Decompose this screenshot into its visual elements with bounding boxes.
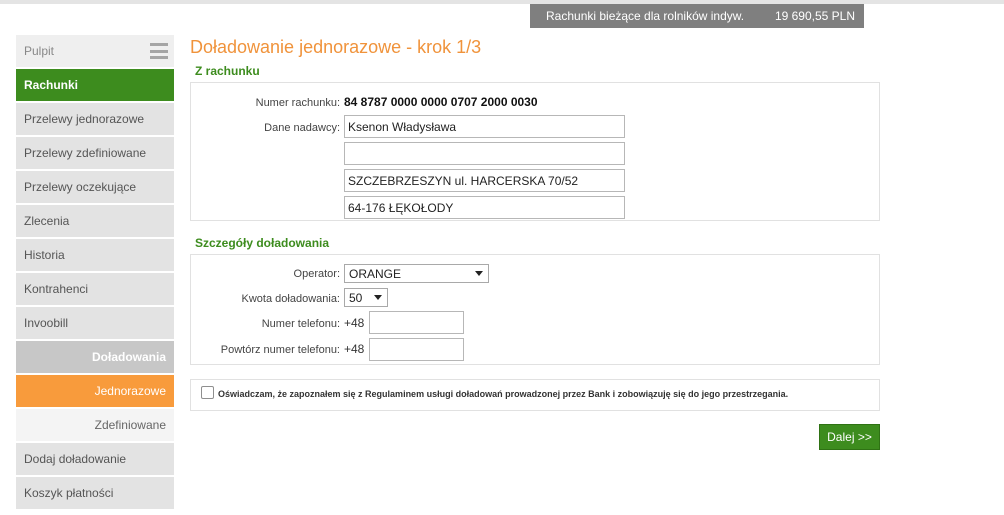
sidebar-item-label: Zdefiniowane [94,418,166,432]
amount-selected-value: 50 [349,290,363,305]
sidebar-item-label: Przelewy jednorazowe [24,112,145,126]
consent-text: Oświadczam, że zapoznałem się z Regulami… [218,389,789,399]
consent-checkbox[interactable] [201,386,214,399]
dropdown-arrow-icon [475,271,483,276]
sidebar-item-label: Historia [24,248,65,262]
sender-city-field[interactable]: 64-176 ŁĘKOŁODY [344,196,625,219]
sidebar-item-label: Przelewy zdefiniowane [24,146,147,160]
sidebar-item-label: Dodaj doładowanie [24,452,127,466]
sidebar-item-historia[interactable]: Historia [16,239,174,271]
section-title-details: Szczegóły doładowania [195,236,330,250]
sidebar-item-label: Kontrahenci [24,282,89,296]
account-name: Rachunki bieżące dla rolników indyw. [546,9,745,23]
menu-icon[interactable] [150,43,168,59]
phone-label: Numer telefonu: [261,318,340,330]
sidebar-item-label: Jednorazowe [94,384,166,398]
page-title: Doładowanie jednorazowe - krok 1/3 [190,37,482,57]
sidebar-item-rachunki[interactable]: Rachunki [16,69,174,101]
sidebar-item-doladowania[interactable]: Doładowania [16,341,174,373]
next-button[interactable]: Dalej >> [819,424,880,450]
phone-repeat-input[interactable] [369,338,464,361]
sidebar-item-zlecenia[interactable]: Zlecenia [16,205,174,237]
sidebar-item-label: Pulpit [24,44,55,58]
from-account-panel: Numer rachunku: 84 8787 0000 0000 0707 2… [190,82,880,221]
sidebar-item-invoobill[interactable]: Invoobill [16,307,174,339]
operator-selected-value: ORANGE [349,266,402,281]
topup-details-panel: Operator: ORANGE Kwota doładowania: 50 N… [190,254,880,365]
operator-label: Operator: [293,268,340,280]
operator-select[interactable]: ORANGE [344,264,489,283]
sidebar-item-dodaj-doladowanie[interactable]: Dodaj doładowanie [16,443,174,475]
amount-select[interactable]: 50 [344,288,388,307]
sender-address-field[interactable]: SZCZEBRZESZYN ul. HARCERSKA 70/52 [344,169,625,192]
amount-label: Kwota doładowania: [241,293,340,305]
sidebar-menu: Pulpit Rachunki Przelewy jednorazowe Prz… [16,35,174,511]
sender-name-field[interactable]: Ksenon Władysława [344,115,625,138]
sidebar-item-zdefiniowane[interactable]: Zdefiniowane [16,409,174,441]
sidebar-item-label: Koszyk płatności [24,486,114,500]
phone-prefix: +48 [344,316,365,330]
sidebar-item-przelewy-oczekujace[interactable]: Przelewy oczekujące [16,171,174,203]
phone-number-input[interactable] [369,311,464,334]
sidebar-item-przelewy-jednorazowe[interactable]: Przelewy jednorazowe [16,103,174,135]
account-balance: 19 690,55 PLN [774,9,855,23]
sidebar-item-label: Rachunki [24,78,79,92]
consent-panel: Oświadczam, że zapoznałem się z Regulami… [190,379,880,411]
account-number-value: 84 8787 0000 0000 0707 2000 0030 [344,95,538,109]
sidebar-item-label: Doładowania [91,350,166,364]
sidebar-item-label: Zlecenia [24,214,70,228]
current-account-bar[interactable]: Rachunki bieżące dla rolników indyw. 19 … [530,4,864,28]
section-title-from-account: Z rachunku [195,64,260,78]
sidebar-item-label: Invoobill [24,316,69,330]
sidebar-item-kontrahenci[interactable]: Kontrahenci [16,273,174,305]
sidebar-item-label: Przelewy oczekujące [24,180,137,194]
sidebar-item-koszyk-platnosci[interactable]: Koszyk płatności [16,477,174,509]
account-number-label: Numer rachunku: [255,97,340,109]
phone-repeat-label: Powtórz numer telefonu: [220,344,340,356]
sender-line2-field[interactable] [344,142,625,165]
dropdown-arrow-icon [374,295,382,300]
sidebar-item-pulpit[interactable]: Pulpit [16,35,174,67]
sidebar-item-przelewy-zdefiniowane[interactable]: Przelewy zdefiniowane [16,137,174,169]
phone-repeat-prefix: +48 [344,342,365,356]
sidebar-item-jednorazowe[interactable]: Jednorazowe [16,375,174,407]
sender-label: Dane nadawcy: [264,122,340,134]
